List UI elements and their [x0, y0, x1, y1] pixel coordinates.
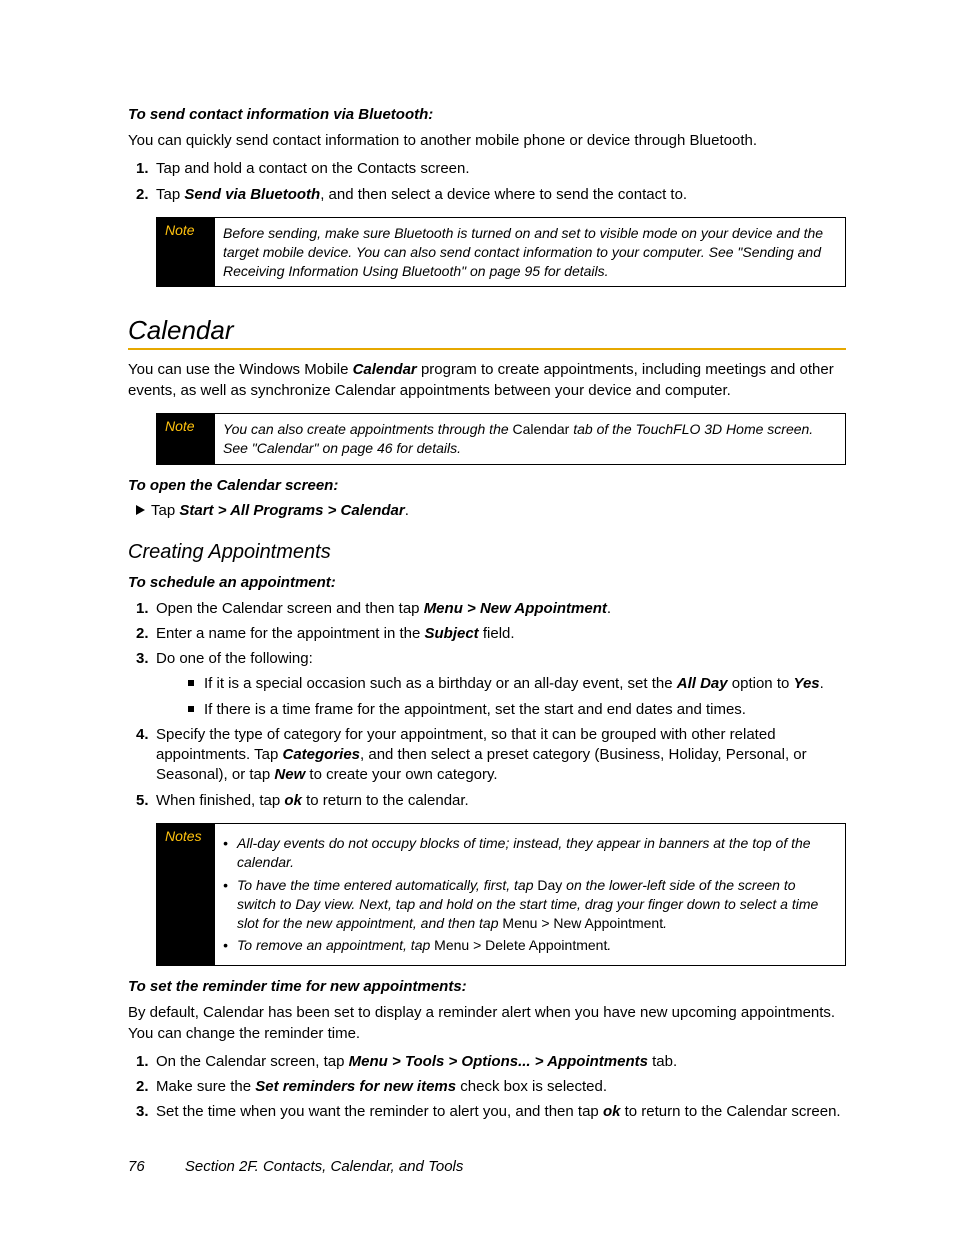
list-item: To remove an appointment, tap Menu > Del…	[223, 936, 835, 955]
note-label: Note	[157, 414, 215, 464]
task-heading-bt: To send contact information via Bluetoot…	[128, 106, 846, 123]
emph: All Day	[677, 675, 728, 692]
note-label: Notes	[157, 824, 215, 965]
text: to return to the Calendar screen.	[620, 1103, 840, 1120]
text: Tap and hold a contact on the Contacts s…	[156, 160, 470, 177]
text: Enter a name for the appointment in the	[156, 625, 425, 642]
para-reminder-intro: By default, Calendar has been set to dis…	[128, 1003, 846, 1044]
text: To have the time entered automatically, …	[237, 877, 537, 893]
emph: ok	[284, 792, 302, 809]
note-body: All-day events do not occupy blocks of t…	[215, 824, 845, 965]
note-body: You can also create appointments through…	[215, 414, 845, 464]
emph: Menu > New Appointment	[502, 915, 663, 931]
list-item: Tap Send via Bluetooth, and then select …	[136, 185, 846, 205]
page-number: 76	[128, 1158, 145, 1175]
text: All-day events do not occupy blocks of t…	[237, 835, 811, 870]
section-label: Section 2F. Contacts, Calendar, and Tool…	[185, 1158, 464, 1175]
emph: Menu > Tools > Options... > Appointments	[349, 1053, 648, 1070]
list-item: Make sure the Set reminders for new item…	[136, 1077, 846, 1097]
text: tab.	[648, 1053, 677, 1070]
emph: Set reminders for new items	[255, 1078, 456, 1095]
text: Open the Calendar screen and then tap	[156, 600, 424, 617]
text: You can also create appointments through…	[223, 421, 513, 437]
text: On the Calendar screen, tap	[156, 1053, 349, 1070]
text: .	[607, 600, 611, 617]
para-bt-intro: You can quickly send contact information…	[128, 131, 846, 151]
task-heading-open-cal: To open the Calendar screen:	[128, 477, 846, 494]
emph: ok	[603, 1103, 621, 1120]
section-title-calendar: Calendar	[128, 315, 846, 346]
list-item: Enter a name for the appointment in the …	[136, 624, 846, 644]
emph: Subject	[425, 625, 479, 642]
subsection-title-creating: Creating Appointments	[128, 541, 846, 564]
text: .	[663, 915, 667, 931]
list-item: All-day events do not occupy blocks of t…	[223, 834, 835, 872]
para-calendar-intro: You can use the Windows Mobile Calendar …	[128, 360, 846, 401]
note-box-bt: Note Before sending, make sure Bluetooth…	[156, 217, 846, 288]
text: To remove an appointment, tap	[237, 937, 434, 953]
text: When finished, tap	[156, 792, 284, 809]
emph: Menu > New Appointment	[424, 600, 607, 617]
text: .	[820, 675, 824, 692]
text: .	[405, 502, 409, 519]
emph: Day	[537, 877, 562, 893]
text: Tap	[151, 502, 179, 519]
list-item: On the Calendar screen, tap Menu > Tools…	[136, 1052, 846, 1072]
emph: Menu > Delete Appointment	[434, 937, 607, 953]
list-bt-steps: Tap and hold a contact on the Contacts s…	[136, 159, 846, 205]
page: To send contact information via Bluetoot…	[0, 0, 954, 1235]
task-heading-schedule: To schedule an appointment:	[128, 574, 846, 591]
list-reminder-steps: On the Calendar screen, tap Menu > Tools…	[136, 1052, 846, 1123]
text: option to	[728, 675, 794, 692]
emph: Calendar	[513, 421, 570, 437]
notes-box-creating: Notes All-day events do not occupy block…	[156, 823, 846, 966]
emph: New	[274, 766, 305, 783]
emph: Calendar	[353, 361, 417, 378]
text: If there is a time frame for the appoint…	[204, 701, 746, 718]
note-body: Before sending, make sure Bluetooth is t…	[215, 218, 845, 287]
text: .	[607, 937, 611, 953]
text: field.	[479, 625, 515, 642]
step-open-cal: Tap Start > All Programs > Calendar.	[136, 502, 846, 519]
sublist: If it is a special occasion such as a bi…	[188, 674, 846, 720]
text: You can use the Windows Mobile	[128, 361, 353, 378]
text: Set the time when you want the reminder …	[156, 1103, 603, 1120]
section-rule	[128, 348, 846, 350]
text: , and then select a device where to send…	[320, 186, 687, 203]
note-box-calendar: Note You can also create appointments th…	[156, 413, 846, 465]
text: Tap	[156, 186, 184, 203]
list-item: Open the Calendar screen and then tap Me…	[136, 599, 846, 619]
list-item: Set the time when you want the reminder …	[136, 1102, 846, 1122]
list-item: If it is a special occasion such as a bi…	[188, 674, 846, 694]
text: to create your own category.	[305, 766, 497, 783]
list-schedule-steps: Open the Calendar screen and then tap Me…	[136, 599, 846, 811]
list-item: Tap and hold a contact on the Contacts s…	[136, 159, 846, 179]
note-label: Note	[157, 218, 215, 287]
text: Do one of the following:	[156, 650, 313, 667]
emph: Send via Bluetooth	[184, 186, 320, 203]
arrow-icon	[136, 505, 145, 515]
emph: Start > All Programs > Calendar	[179, 502, 404, 519]
text: check box is selected.	[456, 1078, 607, 1095]
list-item: If there is a time frame for the appoint…	[188, 700, 846, 720]
list-item: To have the time entered automatically, …	[223, 876, 835, 933]
text: to return to the calendar.	[302, 792, 469, 809]
text: If it is a special occasion such as a bi…	[204, 675, 677, 692]
emph: Yes	[794, 675, 820, 692]
task-heading-reminder: To set the reminder time for new appoint…	[128, 978, 846, 995]
page-footer: 76 Section 2F. Contacts, Calendar, and T…	[128, 1158, 463, 1175]
text: Make sure the	[156, 1078, 255, 1095]
list-item: Specify the type of category for your ap…	[136, 725, 846, 786]
list-item: When finished, tap ok to return to the c…	[136, 791, 846, 811]
list-item: Do one of the following: If it is a spec…	[136, 649, 846, 720]
emph: Categories	[282, 746, 360, 763]
